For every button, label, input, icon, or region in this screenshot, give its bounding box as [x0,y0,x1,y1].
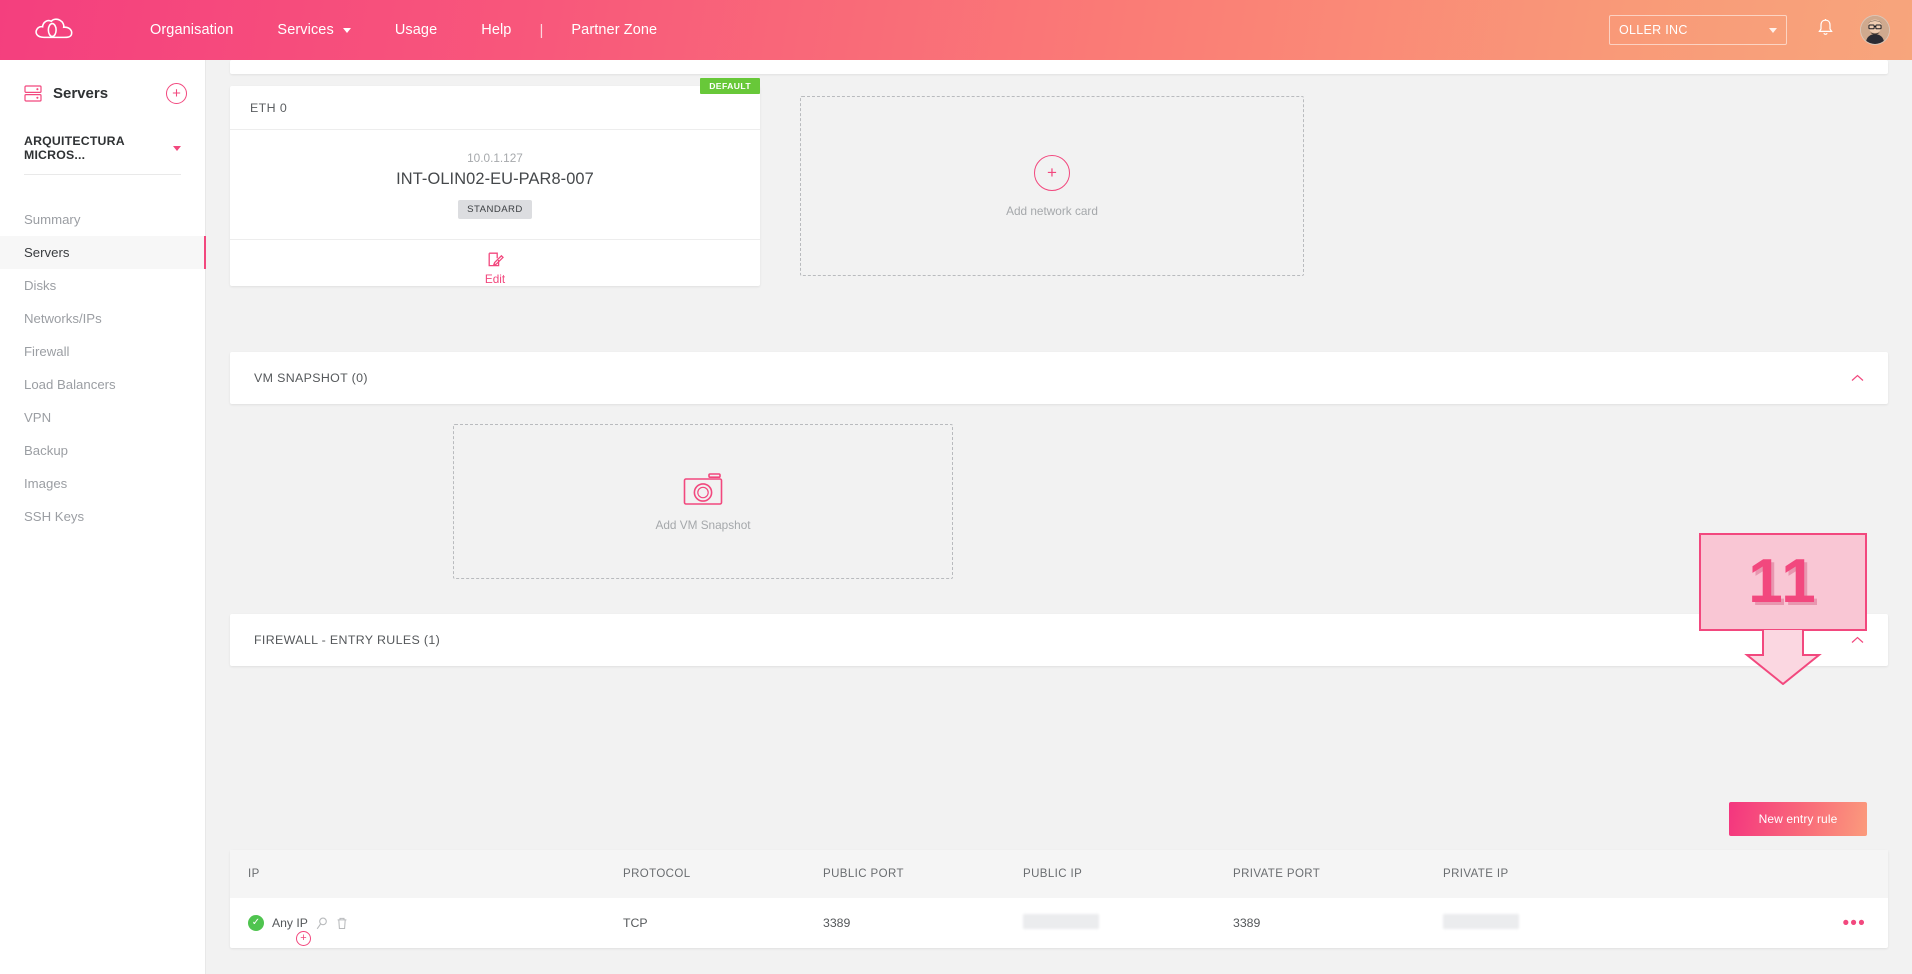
vm-snapshot-panel: VM SNAPSHOT (0) [230,352,1888,404]
edit-label: Edit [484,271,506,286]
step-annotation: 11 [1699,533,1867,685]
firewall-panel: FIREWALL - ENTRY RULES (1) [230,614,1888,666]
main-navigation: Organisation Services Usage Help | Partn… [128,16,679,44]
nav-item-services[interactable]: Services [255,16,372,44]
sidebar-item-load-balancers[interactable]: Load Balancers [0,368,205,401]
network-card-eth0: ETH 0 DEFAULT 10.0.1.127 INT-OLIN02-EU-P… [230,78,760,286]
cloud-logo-icon [35,18,73,39]
sidebar-item-firewall[interactable]: Firewall [0,335,205,368]
column-header-public-ip: PUBLIC IP [1023,868,1083,880]
chevron-up-icon[interactable] [1851,636,1864,644]
network-ip-address: 10.0.1.127 [467,150,523,165]
network-card-header: ETH 0 DEFAULT [230,78,760,130]
brand-logo[interactable] [0,17,110,43]
network-card-label: ETH 0 [250,100,288,115]
magnifier-icon[interactable] [316,917,328,930]
cell-public-port: 3389 [823,916,851,930]
avatar[interactable] [1860,15,1890,45]
header-right-group: OLLER INC [1609,15,1912,45]
add-server-button[interactable]: + [166,82,187,104]
nav-item-organisation[interactable]: Organisation [128,16,255,44]
sidebar-item-networks-ips[interactable]: Networks/IPs [0,302,205,335]
cell-protocol: TCP [623,916,648,930]
sidebar-item-servers[interactable]: Servers [0,236,206,269]
nav-item-partner-zone[interactable]: Partner Zone [549,16,679,44]
step-annotation-box: 11 [1699,533,1867,631]
cell-ip: ✓ Any IP + [248,915,623,946]
sidebar-item-ssh-keys[interactable]: SSH Keys [0,500,205,533]
firewall-panel-header[interactable]: FIREWALL - ENTRY RULES (1) [230,614,1888,666]
table-row: ✓ Any IP + TCP 3389 3389 ••• [230,898,1888,948]
network-hostname: INT-OLIN02-EU-PAR8-007 [396,169,594,188]
column-header-protocol: PROTOCOL [623,868,691,880]
cell-public-ip [1023,914,1233,932]
trash-icon[interactable] [336,917,348,930]
project-name: ARQUITECTURA MICROS... [24,134,125,162]
network-type-chip: STANDARD [458,199,532,219]
organisation-selector[interactable]: OLLER INC [1609,15,1787,45]
vm-snapshot-panel-header[interactable]: VM SNAPSHOT (0) [230,352,1888,404]
add-vm-snapshot-label: Add VM Snapshot [655,517,751,532]
edit-network-button[interactable]: Edit [230,240,760,295]
add-network-card-button[interactable]: + Add network card [800,96,1304,276]
column-header-ip: IP [248,868,260,880]
column-header-private-port: PRIVATE PORT [1233,868,1321,880]
new-entry-rule-button[interactable]: New entry rule [1729,802,1867,836]
network-card-body: 10.0.1.127 INT-OLIN02-EU-PAR8-007 STANDA… [230,130,760,240]
table-header-row: IP PROTOCOL PUBLIC PORT PUBLIC IP PRIVAT… [230,850,1888,898]
sidebar-item-summary[interactable]: Summary [0,203,205,236]
redacted-value [1023,914,1099,929]
plus-circle-small-icon[interactable]: + [296,931,311,946]
column-header-public-port: PUBLIC PORT [823,868,904,880]
camera-icon [683,472,723,505]
step-number: 11 [1748,547,1818,616]
firewall-title: FIREWALL - ENTRY RULES (1) [254,633,441,647]
vm-snapshot-title: VM SNAPSHOT (0) [254,371,368,385]
down-arrow-icon [1744,629,1822,685]
sidebar-item-backup[interactable]: Backup [0,434,205,467]
plus-circle-icon: + [1034,154,1070,191]
sidebar-item-vpn[interactable]: VPN [0,401,205,434]
notification-bell-icon[interactable] [1817,18,1834,42]
cell-private-ip [1443,914,1842,932]
chevron-down-icon [1769,27,1777,33]
check-circle-icon: ✓ [248,915,264,931]
sidebar: Servers + ARQUITECTURA MICROS... Summary… [0,60,206,974]
organisation-selector-value: OLLER INC [1619,23,1688,37]
status-badge: DEFAULT [700,78,760,94]
sidebar-header: Servers + [0,60,205,108]
edit-pencil-icon [488,252,504,266]
main-content: ETH 0 DEFAULT 10.0.1.127 INT-OLIN02-EU-P… [206,60,1912,974]
nav-separator: | [539,21,544,39]
top-header-bar: Organisation Services Usage Help | Partn… [0,0,1912,60]
partial-card-above [230,60,1888,74]
add-vm-snapshot-button[interactable]: Add VM Snapshot [453,424,953,579]
rule-ip-value: Any IP [272,916,308,930]
network-cards-row: ETH 0 DEFAULT 10.0.1.127 INT-OLIN02-EU-P… [230,78,1888,296]
firewall-rules-table: IP PROTOCOL PUBLIC PORT PUBLIC IP PRIVAT… [230,850,1888,948]
sidebar-item-images[interactable]: Images [0,467,205,500]
column-header-private-ip: PRIVATE IP [1443,868,1509,880]
add-network-card-label: Add network card [1006,203,1098,218]
sidebar-item-disks[interactable]: Disks [0,269,205,302]
sidebar-section-title: Servers [53,84,109,102]
redacted-value [1443,914,1519,929]
servers-rack-icon [24,84,42,102]
project-selector[interactable]: ARQUITECTURA MICROS... [24,134,181,175]
nav-item-usage[interactable]: Usage [373,16,459,44]
sidebar-navigation: Summary Servers Disks Networks/IPs Firew… [0,203,206,533]
chevron-up-icon[interactable] [1851,374,1864,382]
chevron-down-icon [173,145,181,151]
ellipsis-icon[interactable]: ••• [1842,914,1870,933]
nav-item-help[interactable]: Help [459,16,533,44]
cell-private-port: 3389 [1233,916,1261,930]
